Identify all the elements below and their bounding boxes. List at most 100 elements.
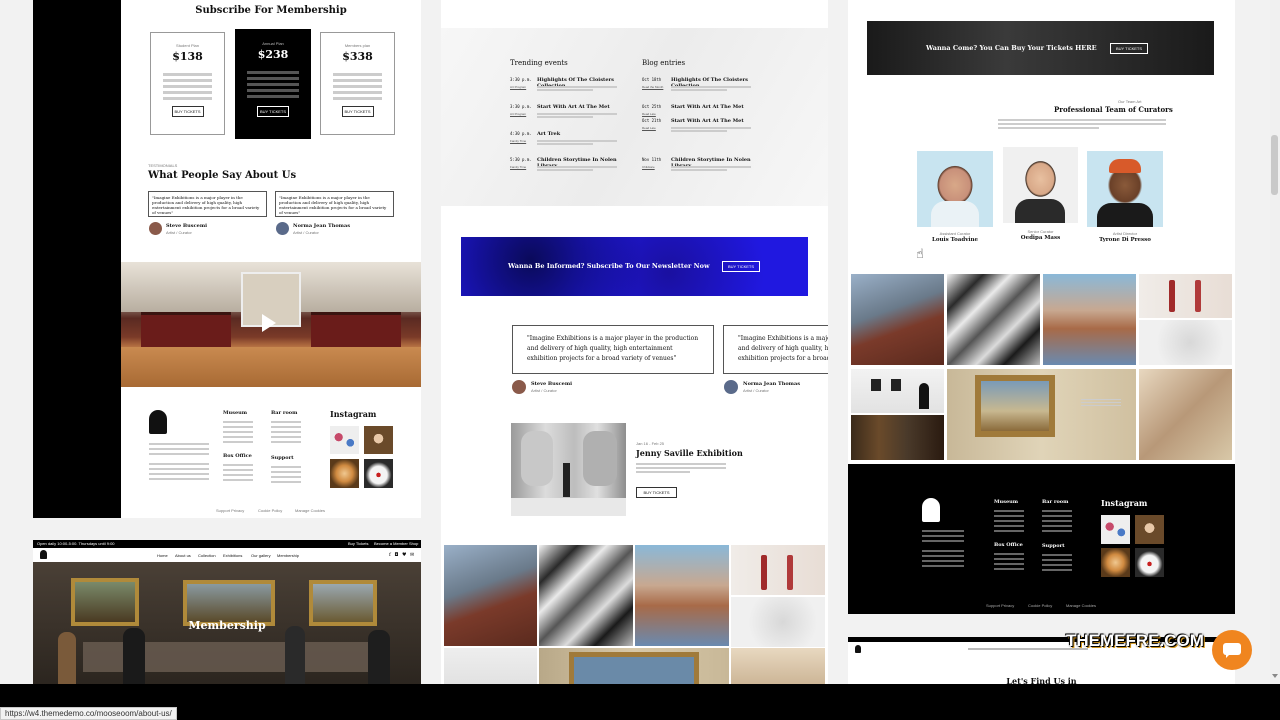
subscribe-title: Subscribe For Membership bbox=[195, 5, 347, 16]
demo-page-home-center[interactable]: Trending events Blog entries 3:30 p.m. A… bbox=[441, 0, 828, 684]
topbar-link[interactable]: Become a Member bbox=[374, 541, 408, 546]
topbar-link[interactable]: Buy Tickets bbox=[348, 541, 368, 546]
gallery-tile[interactable] bbox=[851, 369, 944, 413]
gallery-tile[interactable] bbox=[1139, 369, 1232, 460]
instagram-thumb[interactable] bbox=[364, 459, 393, 488]
page-scrollbar-track[interactable] bbox=[1270, 0, 1280, 684]
events-section bbox=[441, 28, 828, 206]
footer-logo-bust-icon bbox=[922, 498, 940, 522]
gallery-tile[interactable] bbox=[539, 545, 633, 646]
team-photo[interactable] bbox=[917, 151, 993, 227]
nav-about[interactable]: About us bbox=[175, 553, 191, 558]
quote-author: Norma Jean Thomas bbox=[293, 223, 351, 229]
gallery-tile[interactable] bbox=[635, 545, 729, 646]
instagram-thumb[interactable] bbox=[1101, 548, 1130, 577]
page-scrollbar-thumb[interactable] bbox=[1271, 135, 1278, 195]
avatar bbox=[724, 380, 738, 394]
instagram-thumb[interactable] bbox=[330, 459, 359, 488]
footer-link[interactable]: Support Privacy bbox=[986, 603, 1014, 609]
gallery-tile[interactable] bbox=[1139, 320, 1232, 365]
blog-title: Blog entries bbox=[642, 59, 686, 67]
newsletter-text: Wanna Be Informed? Subscribe To Our News… bbox=[508, 262, 710, 270]
quote-box: "Imagine Exhibitions is a major player i… bbox=[148, 191, 267, 217]
hero-title: Membership bbox=[188, 619, 266, 632]
black-side-strip bbox=[33, 0, 121, 518]
quote-box: "Imagine Exhibitions is a major player i… bbox=[723, 325, 828, 374]
blog-date: Oct 25th bbox=[642, 104, 662, 109]
nav-membership[interactable]: Membership bbox=[277, 553, 299, 558]
social-icons[interactable]: f ◘ ♥ ✉ bbox=[389, 552, 415, 558]
gallery-hall-photo[interactable] bbox=[121, 262, 421, 387]
demo-page-about-right[interactable]: Wanna Come? You Can Buy Your Tickets HER… bbox=[848, 0, 1235, 614]
testimonials-kicker: TESTIMONIALS bbox=[148, 163, 178, 168]
gallery-tile[interactable] bbox=[539, 648, 729, 684]
plan-price: $238 bbox=[257, 48, 289, 61]
footer-link[interactable]: Cookie Policy bbox=[258, 508, 282, 514]
quote-role: Artist / Curator bbox=[293, 230, 319, 235]
blog-tag: Read Late bbox=[642, 112, 656, 116]
event-time: 5:30 p.m. bbox=[510, 157, 532, 162]
newsletter-button[interactable]: BUY TICKETS bbox=[722, 261, 760, 272]
exhibition-photo[interactable] bbox=[511, 423, 626, 516]
blog-tag: Childcare bbox=[642, 165, 655, 169]
nav-home[interactable]: Home bbox=[157, 553, 168, 558]
gallery-tile[interactable] bbox=[444, 648, 537, 684]
footer-link[interactable]: Manage Cookies bbox=[295, 508, 325, 514]
nav-exhibitions[interactable]: Exhibitions bbox=[223, 553, 242, 558]
team-title: Professional Team of Curators bbox=[1054, 105, 1173, 114]
instagram-thumb[interactable] bbox=[330, 426, 359, 454]
plan-buy-button[interactable]: BUY TICKETS bbox=[257, 106, 289, 117]
event-time: 3:30 p.m. bbox=[510, 104, 532, 109]
logo-icon bbox=[855, 645, 861, 653]
gallery-tile[interactable] bbox=[731, 545, 825, 595]
footer-link[interactable]: Cookie Policy bbox=[1028, 603, 1052, 609]
team-name: Tyrone Di Presso bbox=[1099, 237, 1151, 243]
topbar-link[interactable]: Shop bbox=[409, 541, 418, 546]
topbar-hours: Open daily 10:00-5:00. Thursdays until 9… bbox=[37, 541, 115, 546]
blog-tag: Read Late bbox=[642, 126, 656, 130]
preview-canvas[interactable]: Subscribe For Membership Student Plan $1… bbox=[0, 0, 1280, 684]
gallery-tile[interactable] bbox=[947, 369, 1136, 460]
gallery-tile[interactable] bbox=[947, 274, 1040, 365]
gallery-tile[interactable] bbox=[731, 648, 825, 684]
plan-buy-button[interactable]: BUY TICKETS bbox=[171, 106, 204, 117]
chat-button[interactable] bbox=[1212, 630, 1252, 670]
scroll-down-arrow-icon[interactable] bbox=[1272, 674, 1278, 678]
instagram-thumb[interactable] bbox=[1135, 548, 1164, 577]
blog-title: Start With Art At The Met bbox=[671, 118, 744, 124]
footer-link[interactable]: Support Privacy bbox=[216, 508, 244, 514]
blog-date: Nov 11th bbox=[642, 157, 662, 162]
nav-gallery[interactable]: Our gallery bbox=[251, 553, 271, 558]
footer-instagram-heading: Instagram bbox=[330, 409, 377, 419]
play-icon[interactable] bbox=[262, 314, 276, 332]
ticket-banner-button[interactable]: BUY TICKETS bbox=[1110, 43, 1148, 54]
demo-page-membership[interactable]: Open daily 10:00-5:00. Thursdays until 9… bbox=[33, 540, 421, 684]
gallery-tile[interactable] bbox=[1043, 274, 1136, 365]
logo-icon bbox=[40, 550, 47, 559]
testimonials-title: What People Say About Us bbox=[148, 170, 297, 181]
team-name: Louis Toadvine bbox=[932, 237, 978, 243]
blog-tag: Read the Month bbox=[642, 85, 664, 89]
demo-page-about-left[interactable]: Subscribe For Membership Student Plan $1… bbox=[33, 0, 421, 518]
gallery-tile[interactable] bbox=[1139, 274, 1232, 318]
exhibition-buy-button[interactable]: BUY TICKETS bbox=[636, 487, 677, 498]
team-photo[interactable] bbox=[1087, 151, 1163, 227]
plan-price: $338 bbox=[342, 50, 373, 63]
gallery-tile[interactable] bbox=[851, 274, 944, 365]
plan-buy-button[interactable]: BUY TICKETS bbox=[341, 106, 374, 117]
footer-instagram-heading: Instagram bbox=[1101, 498, 1148, 508]
hand-cursor-icon: ☝ bbox=[916, 247, 924, 262]
gallery-tile[interactable] bbox=[731, 597, 825, 647]
footer-boxoffice-heading: Box Office bbox=[223, 453, 252, 459]
avatar bbox=[512, 380, 526, 394]
team-photo[interactable] bbox=[1003, 147, 1078, 223]
nav-collection[interactable]: Collection bbox=[198, 553, 216, 558]
instagram-thumb[interactable] bbox=[364, 426, 393, 454]
instagram-thumb[interactable] bbox=[1135, 515, 1164, 544]
gallery-tile[interactable] bbox=[851, 415, 944, 460]
instagram-thumb[interactable] bbox=[1101, 515, 1130, 544]
footer-link[interactable]: Manage Cookies bbox=[1066, 603, 1096, 609]
footer-logo-bust-icon bbox=[149, 410, 167, 434]
footer-museum-heading: Museum bbox=[994, 499, 1019, 505]
gallery-tile[interactable] bbox=[444, 545, 537, 646]
